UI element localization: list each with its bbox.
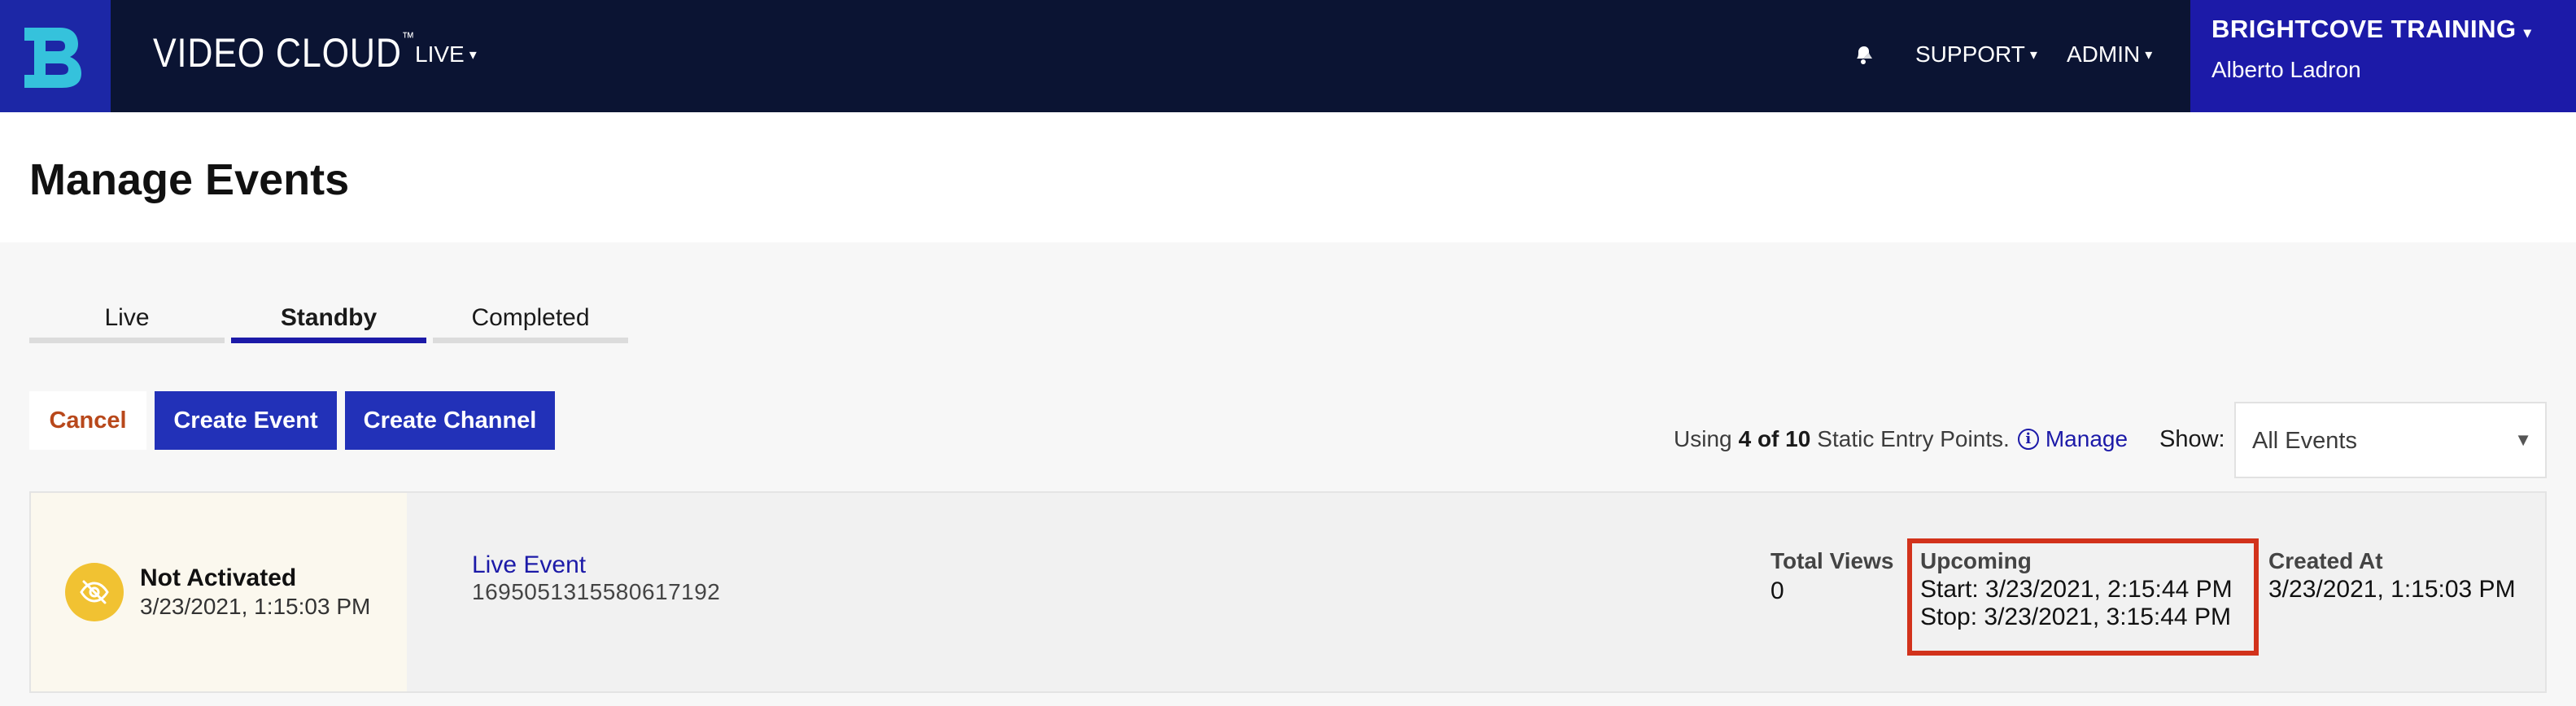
upcoming-label: Upcoming xyxy=(1920,548,2032,573)
show-filter-label: Show: xyxy=(2159,426,2225,452)
top-navigation-bar: VIDEO CLOUD™ LIVE ▾ SUPPORT ▾ ADMIN ▾ BR… xyxy=(0,0,2576,112)
event-status-title: Not Activated xyxy=(140,564,297,591)
event-status-date: 3/23/2021, 1:15:03 PM xyxy=(140,594,371,619)
brightcove-logo-icon xyxy=(24,28,81,88)
manage-link[interactable]: Manage xyxy=(2046,426,2128,452)
total-views-value: 0 xyxy=(1770,577,1784,604)
nav-admin-menu[interactable]: ADMIN ▾ xyxy=(2067,41,2152,68)
tab-standby[interactable]: Standby xyxy=(231,298,426,343)
upcoming-stop: Stop: 3/23/2021, 3:15:44 PM xyxy=(1920,604,2231,630)
create-event-button[interactable]: Create Event xyxy=(155,391,337,450)
bell-icon[interactable] xyxy=(1851,42,1875,67)
chevron-down-icon: ▾ xyxy=(2145,46,2153,63)
event-status-cell: Not Activated 3/23/2021, 1:15:03 PM xyxy=(31,493,407,691)
nav-live-label: LIVE xyxy=(415,41,465,67)
info-icon[interactable]: i xyxy=(2017,429,2039,450)
event-row[interactable]: Not Activated 3/23/2021, 1:15:03 PM Live… xyxy=(29,491,2547,693)
usage-prefix: Using xyxy=(1674,426,1732,451)
chevron-down-icon: ▾ xyxy=(2029,46,2037,63)
account-name: BRIGHTCOVE TRAINING ▾ xyxy=(2211,15,2532,43)
create-channel-button[interactable]: Create Channel xyxy=(345,391,555,450)
event-tabs: Live Standby Completed xyxy=(29,298,628,343)
static-entry-points-usage: Using 4 of 10 Static Entry Points. i Man… xyxy=(1674,426,2128,452)
nav-live-menu[interactable]: LIVE ▾ xyxy=(415,41,477,68)
tab-completed[interactable]: Completed xyxy=(433,298,628,343)
cancel-button[interactable]: Cancel xyxy=(29,391,146,450)
eye-off-icon xyxy=(65,563,124,621)
tab-live[interactable]: Live xyxy=(29,298,225,343)
show-filter-value: All Events xyxy=(2252,428,2357,454)
chevron-down-icon: ▾ xyxy=(469,46,477,63)
event-name-link[interactable]: Live Event xyxy=(472,551,586,579)
chevron-down-icon: ▾ xyxy=(2523,24,2532,41)
chevron-down-icon: ▼ xyxy=(2514,429,2532,450)
event-id: 1695051315580617192 xyxy=(472,579,721,604)
usage-count: 4 of 10 xyxy=(1738,426,1811,451)
account-user: Alberto Ladron xyxy=(2211,57,2361,82)
nav-support-label: SUPPORT xyxy=(1915,41,2025,67)
nav-support-menu[interactable]: SUPPORT ▾ xyxy=(1915,41,2037,68)
show-filter-select[interactable]: All Events ▼ xyxy=(2234,402,2547,478)
nav-admin-label: ADMIN xyxy=(2067,41,2141,67)
created-at-label: Created At xyxy=(2268,548,2383,573)
upcoming-start: Start: 3/23/2021, 2:15:44 PM xyxy=(1920,576,2233,603)
page-header: Manage Events xyxy=(0,112,2576,242)
page-title: Manage Events xyxy=(29,155,350,204)
total-views-label: Total Views xyxy=(1770,548,1894,573)
brightcove-logo[interactable] xyxy=(0,0,111,112)
app-name: VIDEO CLOUD™ xyxy=(153,29,416,76)
account-menu[interactable]: BRIGHTCOVE TRAINING ▾ Alberto Ladron xyxy=(2190,0,2576,112)
created-at-value: 3/23/2021, 1:15:03 PM xyxy=(2268,576,2516,603)
usage-suffix: Static Entry Points. xyxy=(1817,426,2010,451)
